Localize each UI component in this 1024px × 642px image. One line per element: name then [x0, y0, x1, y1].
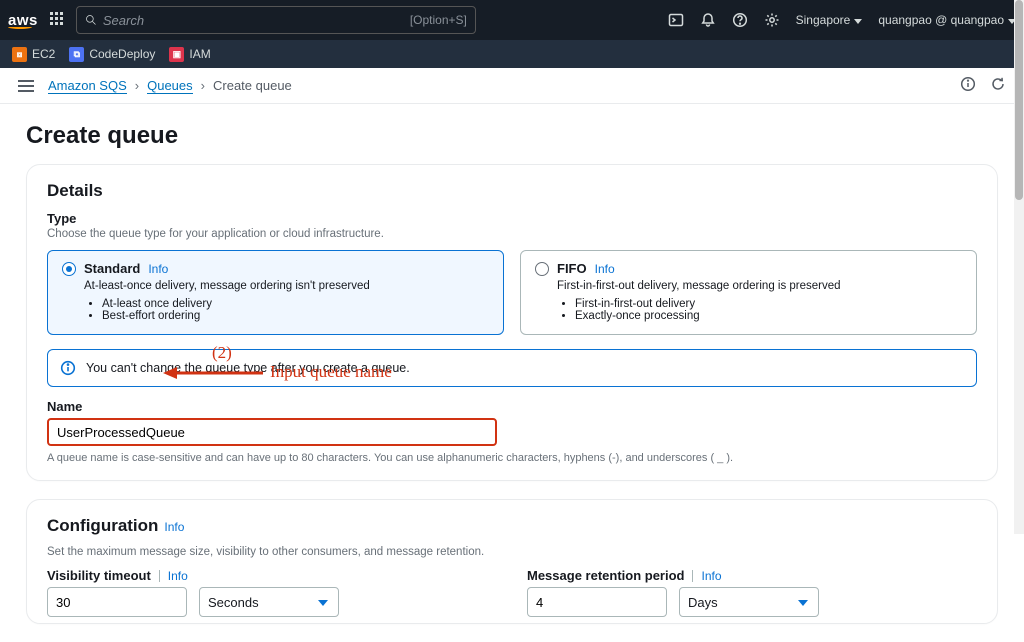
side-nav-toggle-icon[interactable]	[18, 80, 34, 92]
notifications-bell-icon[interactable]	[700, 12, 716, 28]
visibility-timeout-input[interactable]	[47, 587, 187, 617]
cloudshell-icon[interactable]	[668, 12, 684, 28]
settings-gear-icon[interactable]	[764, 12, 780, 28]
breadcrumb-bar: Amazon SQS › Queues › Create queue	[0, 68, 1024, 104]
page-title: Create queue	[26, 122, 998, 150]
favorites-bar: ⧈EC2 ⧉CodeDeploy ▣IAM	[0, 40, 1024, 68]
fav-iam[interactable]: ▣IAM	[169, 47, 210, 62]
visibility-info-link[interactable]: Info	[168, 569, 188, 583]
account-menu[interactable]: quangpao @ quangpao	[878, 13, 1016, 27]
search-placeholder: Search	[103, 13, 144, 28]
breadcrumb-sep: ›	[135, 78, 139, 93]
breadcrumb-service[interactable]: Amazon SQS	[48, 78, 127, 94]
region-selector[interactable]: Singapore	[796, 13, 863, 27]
aws-logo[interactable]: aws	[8, 12, 38, 29]
global-topbar: aws Search [Option+S] Singapore quangpao…	[0, 0, 1024, 40]
type-locked-alert: You can't change the queue type after yo…	[47, 349, 977, 387]
search-shortcut-hint: [Option+S]	[410, 13, 467, 27]
search-icon	[85, 14, 97, 26]
configuration-sub: Set the maximum message size, visibility…	[47, 546, 977, 558]
visibility-label: Visibility timeout	[47, 568, 151, 583]
breadcrumb-current: Create queue	[213, 78, 292, 93]
breadcrumb-queues[interactable]: Queues	[147, 78, 193, 94]
help-icon[interactable]	[732, 12, 748, 28]
visibility-unit-select[interactable]: Seconds	[199, 587, 339, 617]
fav-codedeploy[interactable]: ⧉CodeDeploy	[69, 47, 155, 62]
details-heading: Details	[47, 181, 977, 201]
fifo-bullet: Exactly-once processing	[575, 310, 962, 322]
fifo-info-link[interactable]: Info	[595, 262, 615, 276]
standard-label: Standard	[84, 261, 140, 276]
name-label: Name	[47, 399, 977, 414]
fifo-label: FIFO	[557, 261, 587, 276]
global-search[interactable]: Search [Option+S]	[76, 6, 476, 34]
radio-dot-icon	[62, 262, 76, 276]
type-hint: Choose the queue type for your applicati…	[47, 228, 977, 240]
retention-period-input[interactable]	[527, 587, 667, 617]
configuration-heading: ConfigurationInfo	[47, 516, 977, 536]
type-label: Type	[47, 211, 977, 226]
details-panel: Details Type Choose the queue type for y…	[26, 164, 998, 481]
standard-info-link[interactable]: Info	[148, 262, 168, 276]
retention-unit-select[interactable]: Days	[679, 587, 819, 617]
queue-type-fifo[interactable]: FIFO Info First-in-first-out delivery, m…	[520, 250, 977, 335]
services-grid-icon[interactable]	[50, 12, 66, 28]
config-info-link[interactable]: Info	[164, 520, 184, 534]
configuration-panel: ConfigurationInfo Set the maximum messag…	[26, 499, 998, 624]
info-panel-icon[interactable]	[960, 76, 976, 95]
standard-sub: At-least-once delivery, message ordering…	[84, 280, 489, 292]
info-icon	[60, 360, 76, 376]
queue-type-standard[interactable]: Standard Info At-least-once delivery, me…	[47, 250, 504, 335]
queue-name-input[interactable]	[47, 418, 497, 446]
vertical-scrollbar[interactable]	[1014, 0, 1024, 534]
fifo-bullet: First-in-first-out delivery	[575, 298, 962, 310]
retention-label: Message retention period	[527, 568, 684, 583]
refresh-icon[interactable]	[990, 76, 1006, 95]
standard-bullet: At-least once delivery	[102, 298, 489, 310]
standard-bullet: Best-effort ordering	[102, 310, 489, 322]
fifo-sub: First-in-first-out delivery, message ord…	[557, 280, 962, 292]
name-hint: A queue name is case-sensitive and can h…	[47, 452, 977, 464]
page-content: Create queue Details Type Choose the que…	[0, 104, 1024, 642]
fav-ec2[interactable]: ⧈EC2	[12, 47, 55, 62]
radio-dot-icon	[535, 262, 549, 276]
retention-info-link[interactable]: Info	[701, 569, 721, 583]
breadcrumb-sep: ›	[201, 78, 205, 93]
